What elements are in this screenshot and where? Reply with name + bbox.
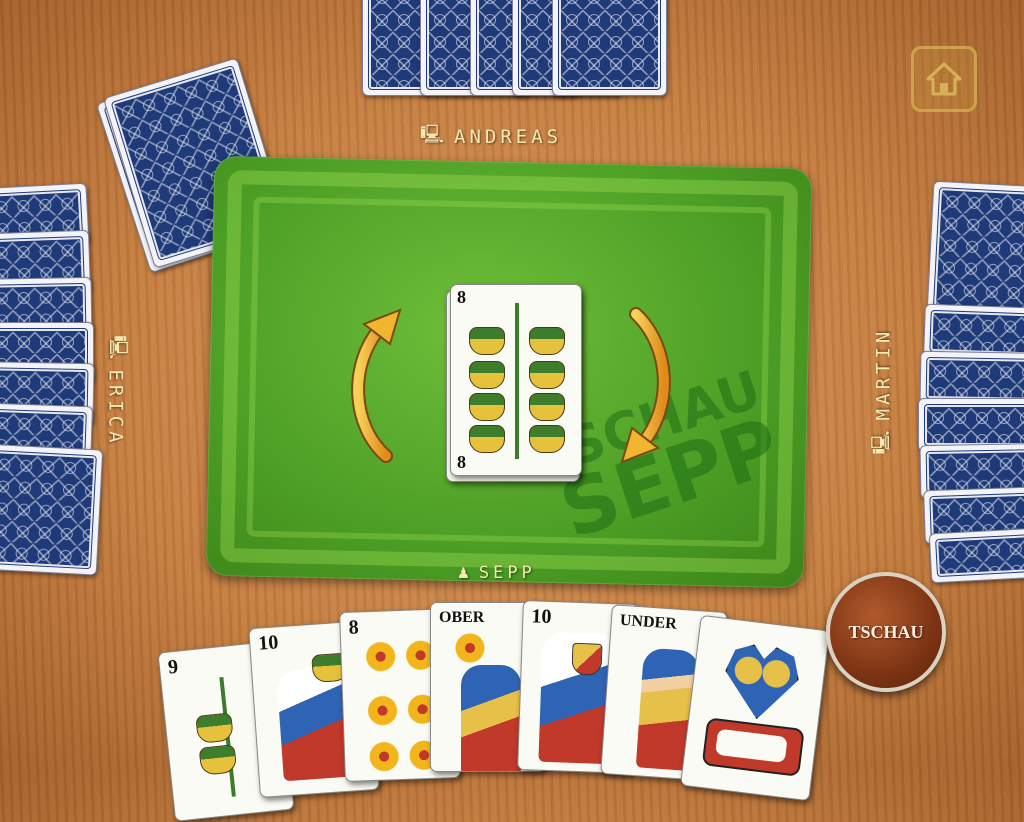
acorn-icon [469,361,505,389]
tschau-button[interactable]: TSCHAU [826,572,946,692]
player-name: MARTIN [872,327,895,421]
player-name: SEPP [478,562,536,583]
direction-arrow-right-icon [620,307,671,464]
heart-icon [720,641,802,723]
card-rank: OBER [439,609,485,626]
card-back [552,0,667,96]
hand-card[interactable] [680,614,830,802]
card-rank: 10 [531,605,552,629]
home-button[interactable] [911,46,977,112]
acorn-icon [529,393,565,421]
discard-card: 8 8 [450,284,582,476]
shield-icon [571,642,603,676]
direction-arrow-left-icon [351,308,402,463]
acorn-icon [469,425,505,453]
flower-icon [367,695,399,727]
flower-icon [365,641,397,673]
card-rank: 10 [257,631,280,655]
card-rank: 9 [166,655,180,679]
flower-icon [455,633,485,663]
person-icon: ♟ [458,562,469,583]
player-label-erica: 🖳 ERICA [101,335,131,446]
acorn-icon [529,425,565,453]
card-back [928,526,1024,584]
home-icon [926,62,962,96]
player-name: ERICA [104,369,127,447]
player-label-andreas: 🖳 ANDREAS [420,122,562,152]
card-rank: 8 [457,452,466,472]
robot-icon: 🖳 [870,430,892,455]
card-back [926,180,1024,320]
acorn-icon [469,393,505,421]
player-label-martin: 🖳 MARTIN [868,328,898,455]
player-name: ANDREAS [454,126,563,148]
card-back [0,442,104,576]
robot-icon: 🖳 [107,335,129,360]
card-rank: 8 [348,616,359,639]
card-rank: 8 [457,287,466,307]
acorn-icon [529,327,565,355]
card-rank: UNDER [619,611,678,633]
player-label-sepp: ♟ SEPP [458,562,536,583]
acorn-icon [469,327,505,355]
robot-icon: 🖳 [420,124,445,145]
acorn-icon [529,361,565,389]
flower-icon [368,741,400,773]
